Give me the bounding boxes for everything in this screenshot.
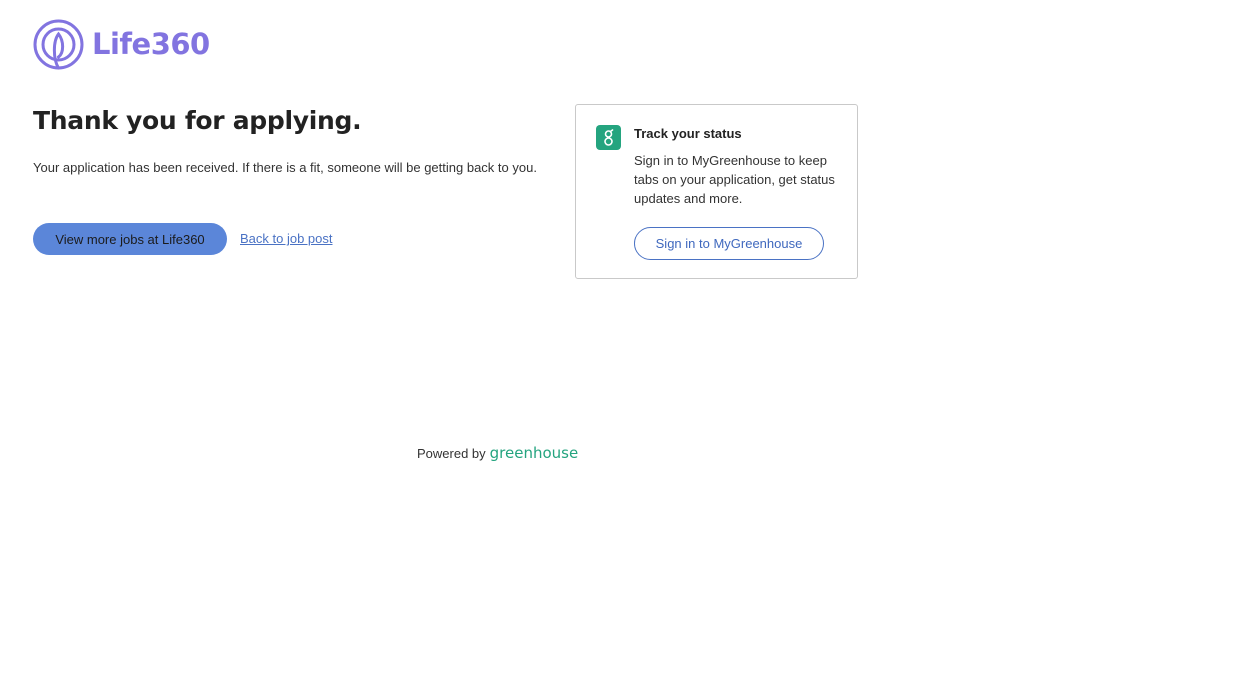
track-status-description: Sign in to MyGreenhouse to keep tabs on … [634, 153, 835, 206]
track-status-title: Track your status [634, 126, 742, 141]
sign-in-mygreenhouse-button[interactable]: Sign in to MyGreenhouse [634, 227, 824, 260]
page-title: Thank you for applying. [33, 106, 362, 135]
confirmation-page: Life360 Thank you for applying. Your app… [0, 0, 1233, 683]
powered-by-footer: Powered by greenhouse [417, 444, 578, 462]
logo-wordmark: Life360 [92, 27, 210, 61]
greenhouse-wordmark-link[interactable]: greenhouse [490, 444, 579, 462]
greenhouse-logo-icon [596, 125, 621, 150]
life360-logo-icon [33, 19, 84, 70]
back-to-job-post-link[interactable]: Back to job post [240, 231, 333, 246]
life360-logo[interactable]: Life360 [33, 19, 210, 70]
track-status-card: Track your status Sign in to MyGreenhous… [575, 104, 858, 279]
view-more-jobs-button[interactable]: View more jobs at Life360 [33, 223, 227, 255]
powered-by-label: Powered by [417, 446, 486, 461]
confirmation-message: Your application has been received. If t… [33, 160, 537, 175]
